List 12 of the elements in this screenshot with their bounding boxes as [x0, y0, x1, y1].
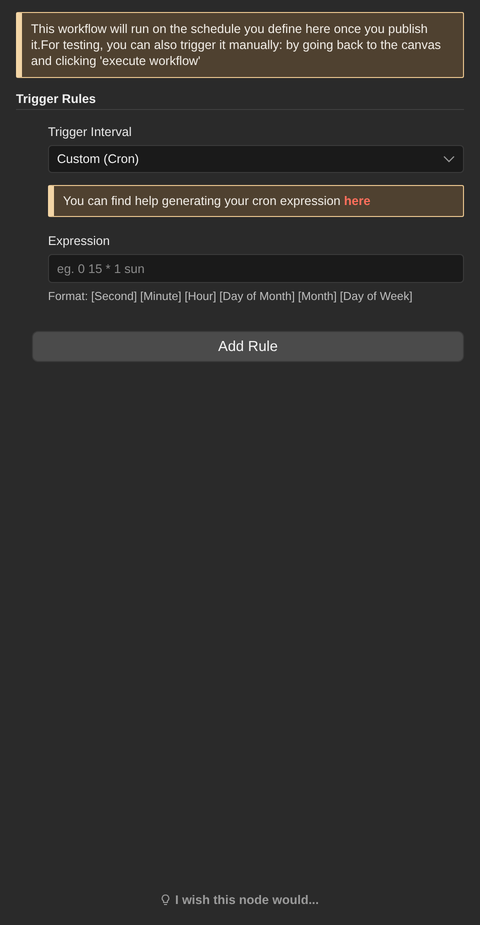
format-hint: Format: [Second] [Minute] [Hour] [Day of Month] [Month] [Day of Week] — [48, 290, 414, 303]
help-link[interactable]: here — [344, 194, 370, 208]
help-notice: You can find help generating your cron expression here — [48, 185, 464, 217]
expression-field[interactable]: eg. 0 15 * 1 sun — [48, 254, 464, 283]
lightbulb-icon — [161, 894, 170, 906]
chevron-down-icon — [443, 155, 455, 163]
add-rule-button[interactable]: Add Rule — [32, 331, 464, 362]
field-label: Trigger Interval — [48, 125, 133, 139]
interval-dropdown[interactable]: Custom (Cron) — [48, 145, 464, 173]
info-notice: This workflow will run on the schedule you define here once you publish it.For testing, you can also trigger it manually: by going back to the canvas and clicking 'execute workflow' — [16, 12, 464, 78]
field-label: Expression — [48, 234, 111, 248]
section-title: Trigger Rules — [16, 92, 464, 110]
